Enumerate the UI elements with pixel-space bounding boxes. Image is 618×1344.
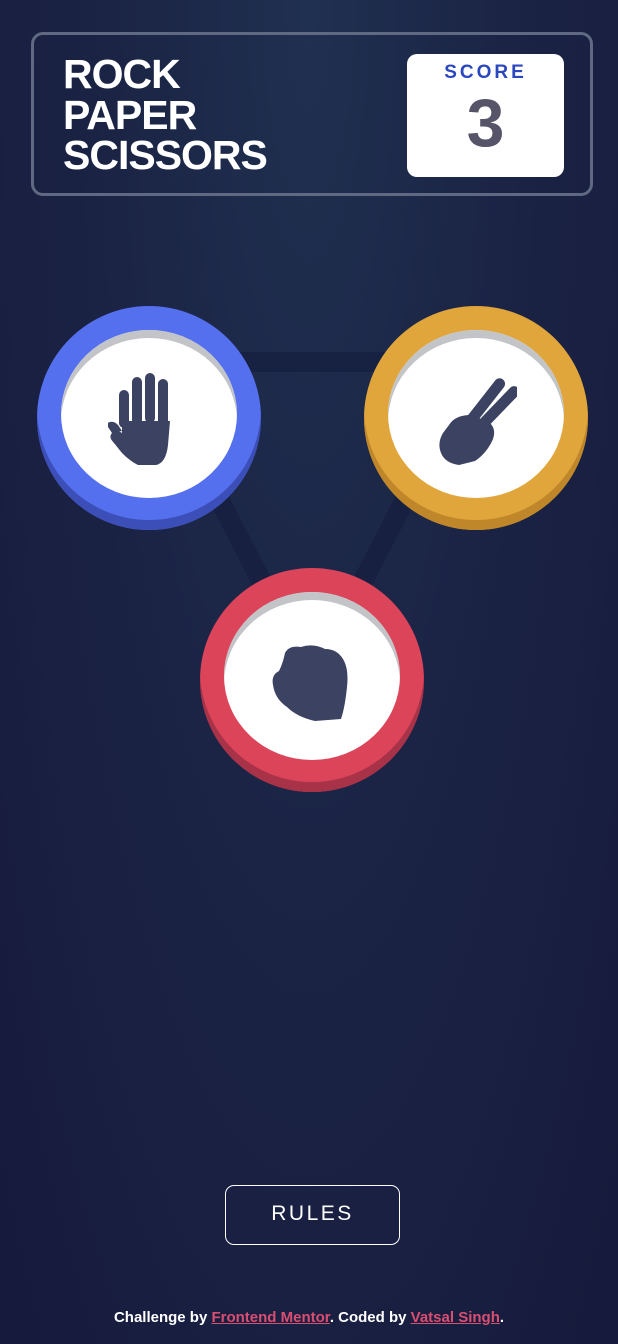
attribution-footer: Challenge by Frontend Mentor. Coded by V… xyxy=(0,1309,618,1326)
author-link[interactable]: Vatsal Singh xyxy=(411,1309,500,1326)
scissors-choice-button[interactable] xyxy=(364,306,588,530)
paper-hand-icon xyxy=(108,372,170,465)
frontend-mentor-link[interactable]: Frontend Mentor xyxy=(211,1309,329,1326)
rules-button[interactable]: RULES xyxy=(225,1185,400,1245)
scissors-hand-icon xyxy=(439,378,517,465)
rock-fist-icon xyxy=(272,645,348,721)
attribution-prefix: Challenge by xyxy=(113,1309,208,1326)
paper-choice-button[interactable] xyxy=(37,306,261,530)
attribution-middle: . Coded by xyxy=(329,1309,407,1326)
rock-choice-button[interactable] xyxy=(200,568,424,792)
rock-choice-face xyxy=(224,592,400,760)
scissors-choice-face xyxy=(388,330,564,498)
paper-choice-face xyxy=(61,330,237,498)
attribution-suffix: . xyxy=(499,1309,505,1326)
